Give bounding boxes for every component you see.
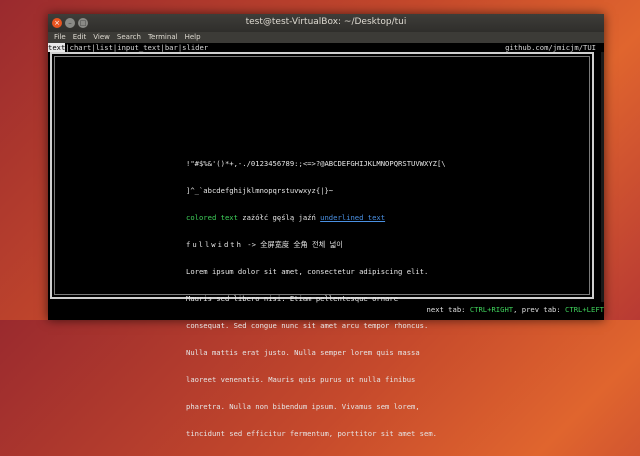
lorem-line: Lorem ipsum dolor sit amet, consectetur …	[186, 267, 429, 276]
colored-text: colored text	[186, 213, 238, 222]
tab-text[interactable]: text	[48, 43, 66, 52]
terminal-window: × – □ test@test-VirtualBox: ~/Desktop/tu…	[48, 14, 604, 438]
tab-input-text[interactable]: input_text	[117, 43, 160, 52]
menu-edit[interactable]: Edit	[73, 32, 87, 43]
styled-text-line: colored text zażółć gęślą jaźń underline…	[186, 213, 486, 222]
menu-terminal[interactable]: Terminal	[148, 32, 178, 43]
prev-tab-key: CTRL+LEFT	[565, 305, 604, 314]
window-title: test@test-VirtualBox: ~/Desktop/tui	[245, 17, 407, 27]
ascii-line: ]^_`abcdefghijklmnopqrstuvwxyz{|}~	[186, 186, 334, 195]
fullwidth-line: fullwidth -> 全屏宽度 全角 전체 넓이	[186, 240, 486, 249]
keybinding-hint: next tab: CTRL+RIGHT, prev tab: CTRL+LEF…	[427, 305, 604, 314]
fullwidth-arrow: ->	[247, 240, 256, 249]
fullwidth-text: 全屏宽度 全角 전체 넓이	[260, 240, 343, 249]
lorem-line: consequat. Sed congue nunc sit amet arcu…	[186, 321, 429, 330]
menu-help[interactable]: Help	[185, 32, 201, 43]
menu-search[interactable]: Search	[117, 32, 141, 43]
polish-text: zażółć gęślą jaźń	[237, 213, 321, 222]
github-link[interactable]: github.com/jmicjm/TUI	[505, 43, 596, 52]
lorem-line: pharetra. Nulla non bibendum ipsum. Viva…	[186, 402, 420, 411]
terminal-area[interactable]: text|chart|list|input_text|bar|slider git…	[48, 43, 604, 438]
lorem-line: Mauris sed libero nisi. Etiam pellentesq…	[186, 294, 399, 303]
next-tab-key: CTRL+RIGHT	[469, 305, 514, 314]
next-tab-label: next tab:	[426, 305, 470, 314]
lorem-line: Nulla mattis erat justo. Nulla semper lo…	[186, 348, 420, 357]
prev-tab-label: , prev tab:	[513, 305, 566, 314]
menu-view[interactable]: View	[93, 32, 110, 43]
lorem-line: tincidunt sed efficitur fermentum, portt…	[186, 429, 437, 438]
fullwidth-label: fullwidth	[186, 240, 243, 249]
underlined-text: underlined text	[320, 213, 386, 222]
menu-bar: File Edit View Search Terminal Help	[48, 32, 604, 43]
title-bar[interactable]: × – □ test@test-VirtualBox: ~/Desktop/tu…	[48, 14, 604, 32]
ascii-line: !"#$%&'()*+,-./0123456789:;<=>?@ABCDEFGH…	[186, 159, 446, 168]
tab-slider[interactable]: slider	[182, 43, 208, 52]
tab-chart[interactable]: chart	[70, 43, 92, 52]
menu-file[interactable]: File	[54, 32, 66, 43]
tab-list[interactable]: list	[96, 43, 113, 52]
text-content: !"#$%&'()*+,-./0123456789:;<=>?@ABCDEFGH…	[186, 141, 486, 456]
scrollbar[interactable]	[601, 52, 604, 302]
lorem-line: laoreet venenatis. Mauris quis purus ut …	[186, 375, 416, 384]
tab-bar: text|chart|list|input_text|bar|slider git…	[48, 43, 598, 52]
tab-bar-tab[interactable]: bar	[165, 43, 178, 52]
